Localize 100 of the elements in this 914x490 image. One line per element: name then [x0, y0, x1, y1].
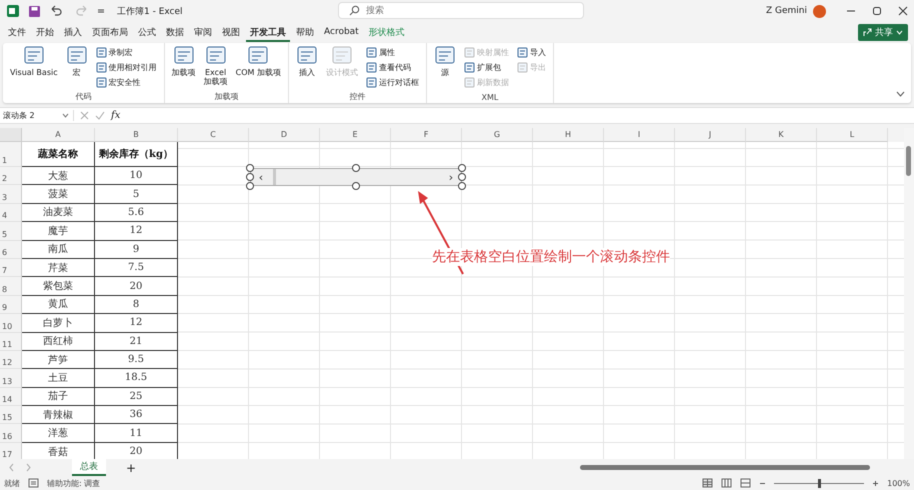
- row-header[interactable]: 16: [0, 424, 22, 443]
- row-header[interactable]: 8: [0, 277, 22, 296]
- menu-tab[interactable]: 文件: [4, 22, 30, 42]
- table-cell: 7.5: [95, 258, 178, 278]
- page-break-icon[interactable]: [740, 478, 752, 488]
- ribbon-button[interactable]: 运行对话框: [362, 75, 422, 89]
- insert-function-button[interactable]: fx: [111, 110, 124, 121]
- row-header[interactable]: 9: [0, 296, 22, 314]
- panel-icon: [516, 62, 528, 72]
- column-header[interactable]: J: [675, 128, 746, 142]
- row-header[interactable]: 10: [0, 314, 22, 333]
- menu-tab[interactable]: 公式: [134, 22, 160, 42]
- row-header[interactable]: 17: [0, 442, 22, 459]
- panel-icon: [96, 62, 107, 72]
- zoom-level[interactable]: 100%: [887, 478, 910, 488]
- row-header[interactable]: 5: [0, 222, 22, 241]
- chevron-icon[interactable]: [896, 91, 905, 97]
- ribbon-button[interactable]: 录制宏: [92, 45, 160, 59]
- left-arrow[interactable]: ‹: [255, 170, 267, 184]
- row-header[interactable]: 1: [0, 142, 22, 167]
- row-header[interactable]: 14: [0, 388, 22, 406]
- row-header[interactable]: 11: [0, 332, 22, 351]
- row-header[interactable]: 2: [0, 167, 22, 186]
- column-header[interactable]: I: [604, 128, 675, 142]
- customize-icon[interactable]: [97, 7, 105, 15]
- panel-icon: [464, 76, 475, 88]
- ribbon-button[interactable]: Excel 加载项: [200, 45, 231, 91]
- row-header[interactable]: 13: [0, 369, 22, 388]
- search-field[interactable]: 搜索: [338, 2, 584, 19]
- column-header[interactable]: H: [533, 128, 604, 142]
- column-header[interactable]: F: [391, 128, 462, 142]
- row-header[interactable]: 12: [0, 350, 22, 370]
- table-cell: 18.5: [95, 369, 178, 388]
- table-cell: 20: [95, 277, 178, 296]
- add-sheet-button[interactable]: +: [126, 460, 136, 474]
- check-icon[interactable]: [95, 111, 105, 120]
- scrollbar-control[interactable]: ‹ ›: [250, 168, 462, 186]
- row-header[interactable]: 15: [0, 406, 22, 424]
- column-header[interactable]: C: [178, 128, 249, 142]
- menu-tab[interactable]: 视图: [218, 22, 244, 42]
- table-cell: 菠菜: [22, 185, 95, 204]
- page-layout-icon[interactable]: [721, 478, 732, 488]
- restore-icon[interactable]: [872, 6, 882, 16]
- menu-tab[interactable]: 开始: [32, 22, 58, 42]
- ribbon-button[interactable]: Visual Basic: [7, 45, 61, 91]
- save-icon[interactable]: [28, 4, 41, 18]
- share-icon: [863, 28, 872, 36]
- caret-icon: [62, 113, 69, 118]
- column-header[interactable]: L: [817, 128, 888, 142]
- ribbon-button[interactable]: 查看代码: [362, 60, 422, 74]
- ribbon-button[interactable]: 源: [430, 45, 459, 93]
- right-arrow[interactable]: ›: [445, 170, 457, 184]
- table-cell: 西红柿: [22, 332, 95, 351]
- column-header[interactable]: K: [746, 128, 817, 142]
- menu-tab[interactable]: 数据: [162, 22, 188, 42]
- row-header[interactable]: 4: [0, 204, 22, 222]
- table-cell: 剩余库存（kg）: [95, 142, 178, 167]
- menu-tab[interactable]: 形状格式: [364, 22, 409, 42]
- zoom-slider[interactable]: [818, 478, 822, 488]
- ribbon-button[interactable]: 插入: [292, 45, 321, 91]
- macro-record-icon[interactable]: [28, 478, 39, 488]
- accessibility-status[interactable]: 辅助功能: 调查: [47, 478, 100, 488]
- row-header[interactable]: 7: [0, 258, 22, 278]
- row-header[interactable]: 6: [0, 240, 22, 259]
- menu-tab[interactable]: 帮助: [292, 22, 318, 42]
- ribbon-button[interactable]: 属性: [362, 45, 422, 59]
- ribbon-button[interactable]: 使用相对引用: [92, 60, 160, 74]
- ribbon-button[interactable]: 宏: [62, 45, 91, 91]
- ribbon-group-label: XML: [480, 93, 500, 102]
- column-header[interactable]: G: [462, 128, 533, 142]
- menu-tab[interactable]: 页面布局: [88, 22, 132, 42]
- ribbon-button[interactable]: COM 加载项: [232, 45, 284, 91]
- resize-handle[interactable]: [352, 164, 360, 172]
- ribbon-button[interactable]: 扩展包: [460, 60, 512, 74]
- close-icon[interactable]: [898, 6, 908, 16]
- table-cell: 油麦菜: [22, 204, 95, 222]
- menu-tab[interactable]: 插入: [60, 22, 86, 42]
- sheet-tab[interactable]: 总表: [72, 459, 106, 476]
- menu-tab[interactable]: 审阅: [190, 22, 216, 42]
- table-cell: 5: [95, 185, 178, 204]
- share-button[interactable]: 共享: [858, 24, 908, 40]
- ribbon-button[interactable]: 加载项: [168, 45, 199, 91]
- table-cell: 9.5: [95, 350, 178, 370]
- normal-view-icon[interactable]: [702, 478, 714, 488]
- table-cell: 南瓜: [22, 240, 95, 259]
- ribbon-button[interactable]: 宏安全性: [92, 75, 160, 89]
- table-cell: 黄瓜: [22, 296, 95, 314]
- table-cell: 8: [95, 296, 178, 314]
- user-avatar[interactable]: [813, 4, 826, 18]
- ribbon-group-label: 控件: [348, 91, 366, 102]
- resize-handle[interactable]: [352, 182, 360, 190]
- table-cell: 魔芋: [22, 222, 95, 241]
- menu-tab[interactable]: Acrobat: [320, 22, 363, 42]
- row-header[interactable]: 3: [0, 185, 22, 204]
- panel-icon: [366, 76, 377, 88]
- ribbon-button[interactable]: 导入: [514, 45, 549, 59]
- zoom-in-icon[interactable]: [872, 480, 880, 486]
- column-header[interactable]: E: [320, 128, 391, 142]
- column-header[interactable]: D: [249, 128, 320, 142]
- name-box[interactable]: 滚动条 2: [0, 110, 74, 121]
